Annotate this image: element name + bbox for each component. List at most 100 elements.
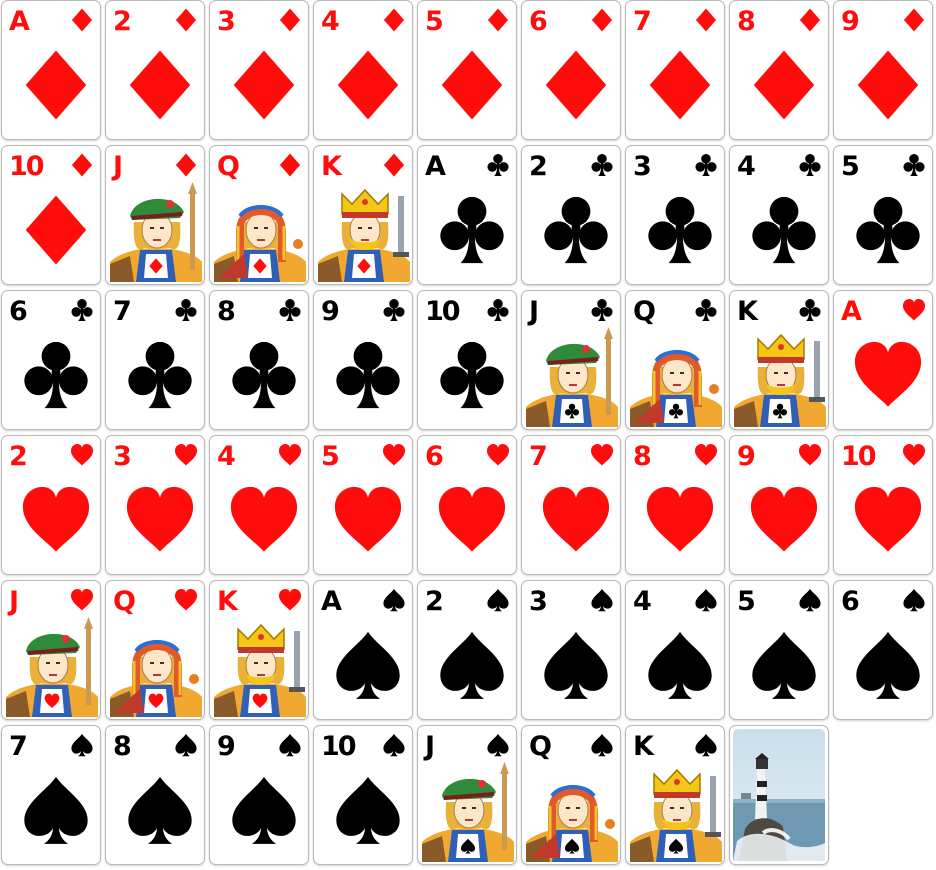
- club-pip-icon: [752, 196, 816, 264]
- card-10-of-clubs[interactable]: 10: [417, 290, 517, 430]
- card-5-of-hearts[interactable]: 5: [313, 435, 413, 575]
- card-3-of-diamonds[interactable]: 3: [209, 0, 309, 140]
- card-k-of-hearts[interactable]: K: [209, 580, 309, 720]
- card-9-of-diamonds[interactable]: 9: [833, 0, 933, 140]
- card-rank: J: [9, 586, 19, 617]
- card-q-of-diamonds[interactable]: Q: [209, 145, 309, 285]
- card-2-of-clubs[interactable]: 2: [521, 145, 621, 285]
- card-8-of-spades[interactable]: 8: [105, 725, 205, 865]
- club-icon: [903, 153, 925, 177]
- diamond-icon: [695, 8, 717, 32]
- card-rank: 6: [841, 586, 860, 617]
- card-rank: 10: [9, 151, 45, 182]
- card-rank: 9: [321, 296, 340, 327]
- card-j-of-spades[interactable]: J: [417, 725, 517, 865]
- card-rank: 3: [529, 586, 548, 617]
- card-a-of-clubs[interactable]: A: [417, 145, 517, 285]
- card-3-of-spades[interactable]: 3: [521, 580, 621, 720]
- club-icon: [175, 298, 197, 322]
- card-2-of-hearts[interactable]: 2: [1, 435, 101, 575]
- spade-icon: [487, 588, 509, 612]
- card-rank: K: [217, 586, 238, 617]
- card-4-of-hearts[interactable]: 4: [209, 435, 309, 575]
- spade-icon: [695, 733, 717, 757]
- lighthouse-photo: [733, 729, 825, 861]
- card-rank: 3: [113, 441, 132, 472]
- card-9-of-clubs[interactable]: 9: [313, 290, 413, 430]
- card-7-of-hearts[interactable]: 7: [521, 435, 621, 575]
- spade-pip-icon: [336, 631, 400, 699]
- card-6-of-hearts[interactable]: 6: [417, 435, 517, 575]
- heart-icon: [70, 443, 94, 466]
- card-10-of-diamonds[interactable]: 10: [1, 145, 101, 285]
- card-j-of-hearts[interactable]: J: [1, 580, 101, 720]
- card-j-of-clubs[interactable]: J: [521, 290, 621, 430]
- card-a-of-diamonds[interactable]: A: [1, 0, 101, 140]
- diamond-pip-icon: [25, 195, 87, 265]
- card-a-of-spades[interactable]: A: [313, 580, 413, 720]
- card-q-of-clubs[interactable]: Q: [625, 290, 725, 430]
- king-portrait: [214, 623, 306, 717]
- card-rank: 4: [633, 586, 652, 617]
- card-rank: A: [9, 6, 30, 37]
- heart-icon: [902, 298, 926, 321]
- card-2-of-spades[interactable]: 2: [417, 580, 517, 720]
- card-9-of-spades[interactable]: 9: [209, 725, 309, 865]
- card-9-of-hearts[interactable]: 9: [729, 435, 829, 575]
- card-back[interactable]: [729, 725, 829, 865]
- card-k-of-spades[interactable]: K: [625, 725, 725, 865]
- card-j-of-diamonds[interactable]: J: [105, 145, 205, 285]
- card-q-of-spades[interactable]: Q: [521, 725, 621, 865]
- card-2-of-diamonds[interactable]: 2: [105, 0, 205, 140]
- spade-icon: [383, 588, 405, 612]
- heart-icon: [278, 588, 302, 611]
- card-5-of-clubs[interactable]: 5: [833, 145, 933, 285]
- club-pip-icon: [440, 341, 504, 409]
- spade-icon: [279, 733, 301, 757]
- card-rank: A: [841, 296, 862, 327]
- heart-pip-icon: [334, 486, 402, 552]
- card-10-of-hearts[interactable]: 10: [833, 435, 933, 575]
- card-8-of-clubs[interactable]: 8: [209, 290, 309, 430]
- card-4-of-spades[interactable]: 4: [625, 580, 725, 720]
- card-8-of-diamonds[interactable]: 8: [729, 0, 829, 140]
- diamond-icon: [383, 8, 405, 32]
- spade-icon: [799, 588, 821, 612]
- diamond-icon: [383, 153, 405, 177]
- card-rank: 7: [9, 731, 28, 762]
- card-6-of-spades[interactable]: 6: [833, 580, 933, 720]
- card-3-of-clubs[interactable]: 3: [625, 145, 725, 285]
- heart-pip-icon: [854, 341, 922, 407]
- card-8-of-hearts[interactable]: 8: [625, 435, 725, 575]
- card-q-of-hearts[interactable]: Q: [105, 580, 205, 720]
- heart-icon: [486, 443, 510, 466]
- card-10-of-spades[interactable]: 10: [313, 725, 413, 865]
- spade-icon: [487, 733, 509, 757]
- card-k-of-diamonds[interactable]: K: [313, 145, 413, 285]
- card-4-of-clubs[interactable]: 4: [729, 145, 829, 285]
- card-6-of-diamonds[interactable]: 6: [521, 0, 621, 140]
- card-k-of-clubs[interactable]: K: [729, 290, 829, 430]
- card-7-of-spades[interactable]: 7: [1, 725, 101, 865]
- diamond-pip-icon: [649, 50, 711, 120]
- club-icon: [799, 298, 821, 322]
- card-6-of-clubs[interactable]: 6: [1, 290, 101, 430]
- queen-portrait: [526, 785, 618, 862]
- card-7-of-clubs[interactable]: 7: [105, 290, 205, 430]
- card-7-of-diamonds[interactable]: 7: [625, 0, 725, 140]
- card-5-of-spades[interactable]: 5: [729, 580, 829, 720]
- club-pip-icon: [544, 196, 608, 264]
- spade-pip-icon: [544, 631, 608, 699]
- diamond-icon: [175, 8, 197, 32]
- queen-portrait: [630, 350, 722, 427]
- card-5-of-diamonds[interactable]: 5: [417, 0, 517, 140]
- spade-pip-icon: [856, 631, 920, 699]
- card-rank: 9: [737, 441, 756, 472]
- king-portrait: [734, 333, 826, 427]
- card-a-of-hearts[interactable]: A: [833, 290, 933, 430]
- heart-icon: [278, 443, 302, 466]
- spade-icon: [175, 733, 197, 757]
- card-4-of-diamonds[interactable]: 4: [313, 0, 413, 140]
- spade-icon: [591, 733, 613, 757]
- card-3-of-hearts[interactable]: 3: [105, 435, 205, 575]
